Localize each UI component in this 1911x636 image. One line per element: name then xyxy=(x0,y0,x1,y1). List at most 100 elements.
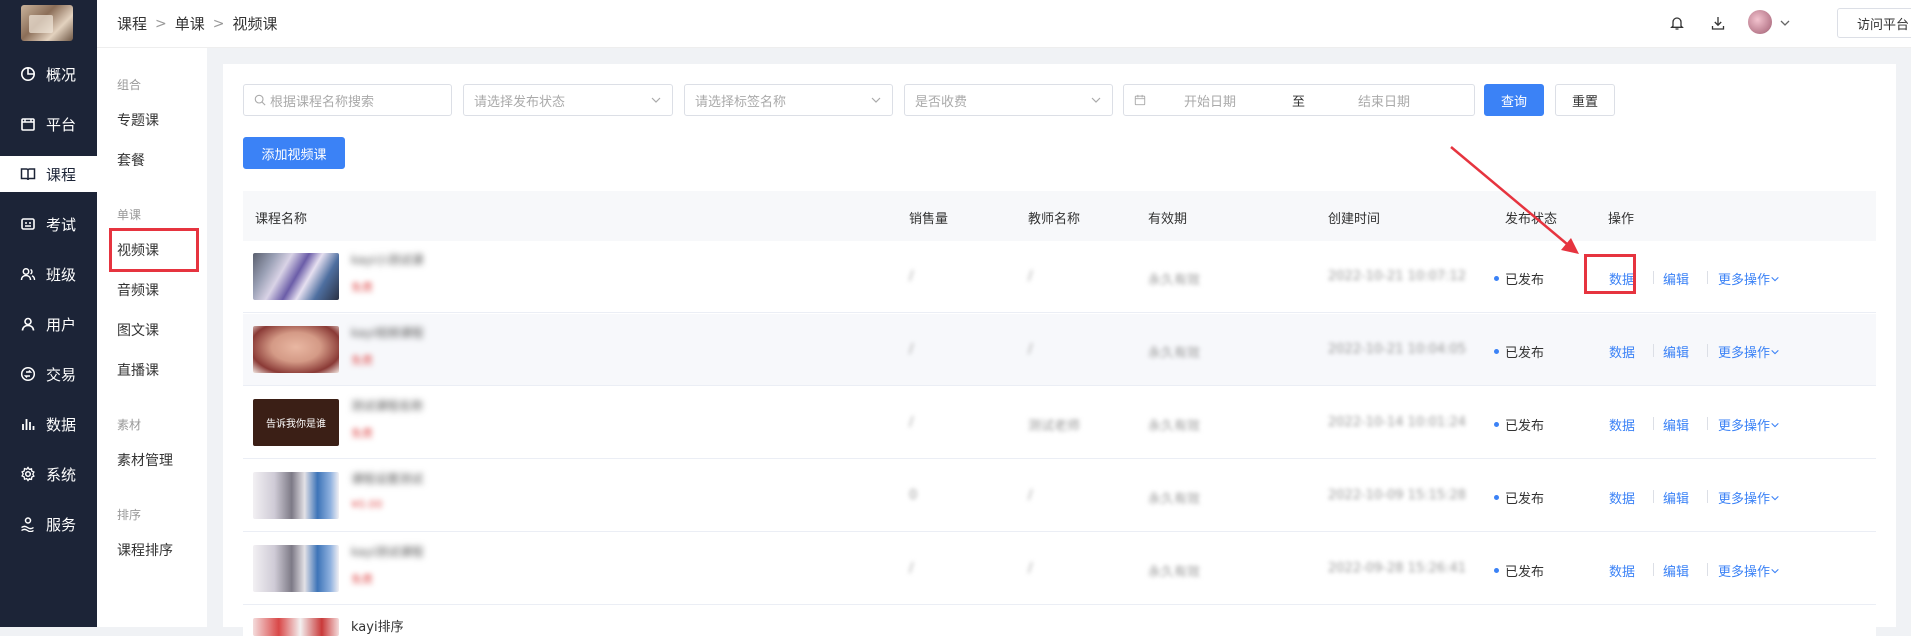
highlight-box xyxy=(1584,254,1636,294)
course-thumbnail[interactable] xyxy=(253,472,339,519)
course-title[interactable]: 课程设置测试 xyxy=(351,470,423,487)
validity: 永久有效 xyxy=(1148,273,1201,288)
nav-label: 课程 xyxy=(46,165,77,184)
course-price: 免费 xyxy=(351,354,373,367)
divider xyxy=(1707,563,1708,576)
bell-icon[interactable] xyxy=(1666,12,1688,34)
subnav-item-material[interactable]: 素材管理 xyxy=(117,450,173,470)
more-actions-button[interactable]: 更多操作 xyxy=(1718,269,1780,288)
edit-button[interactable]: 编辑 xyxy=(1663,342,1689,361)
edit-button[interactable]: 编辑 xyxy=(1663,269,1689,288)
nav-item-data[interactable]: 数据 xyxy=(0,406,97,442)
add-video-course-button[interactable]: 添加视频课 xyxy=(243,137,345,169)
table-row: kayi视频课程 免费 / / 永久有效 2022-10-21 10:04:05… xyxy=(243,314,1876,386)
user-icon xyxy=(20,316,36,332)
nav-item-course[interactable]: 课程 xyxy=(0,156,97,192)
subnav-item-video[interactable]: 视频课 xyxy=(117,240,159,260)
tag-select[interactable]: 请选择标签名称 xyxy=(684,84,893,116)
course-title[interactable]: kayi排序 xyxy=(351,616,404,635)
users-icon xyxy=(20,266,36,282)
teacher-name: / xyxy=(1028,561,1033,576)
table-header: 课程名称 销售量 教师名称 有效期 创建时间 发布状态 操作 xyxy=(243,191,1876,241)
data-button[interactable]: 数据 xyxy=(1609,415,1635,434)
edit-button[interactable]: 编辑 xyxy=(1663,488,1689,507)
nav-item-platform[interactable]: 平台 xyxy=(0,106,97,142)
more-actions-button[interactable]: 更多操作 xyxy=(1718,415,1780,434)
edit-button[interactable]: 编辑 xyxy=(1663,415,1689,434)
nav-label: 交易 xyxy=(46,365,77,384)
date-range-picker[interactable]: 开始日期 至 结束日期 xyxy=(1123,84,1475,116)
nav-item-user[interactable]: 用户 xyxy=(0,306,97,342)
charge-select[interactable]: 是否收费 xyxy=(904,84,1113,116)
status-placeholder: 请选择发布状态 xyxy=(474,94,566,110)
created-time: 2022-10-09 15:15:28 xyxy=(1328,488,1467,503)
course-thumbnail[interactable] xyxy=(253,326,339,373)
data-button[interactable]: 数据 xyxy=(1609,488,1635,507)
course-title[interactable]: kayi测试课程 xyxy=(351,543,424,560)
more-actions-button[interactable]: 更多操作 xyxy=(1718,561,1780,580)
chevron-down-icon[interactable] xyxy=(1774,12,1796,34)
sub-sidebar-items: 视频课 音频课 图文课 直播课 素材 素材管理 排序 课程排序 xyxy=(97,48,207,627)
sales-count: / xyxy=(909,269,914,284)
col-teacher: 教师名称 xyxy=(1028,212,1081,227)
course-title[interactable]: 测试课程名称 xyxy=(351,397,423,414)
breadcrumb-item[interactable]: 课程 xyxy=(117,13,147,34)
nav-item-overview[interactable]: 概况 xyxy=(0,56,97,92)
course-title[interactable]: kayi视频课程 xyxy=(351,324,424,341)
end-date-placeholder[interactable]: 结束日期 xyxy=(1358,91,1410,110)
nav-item-service[interactable]: 服务 xyxy=(0,506,97,542)
app-logo[interactable] xyxy=(21,5,73,41)
course-thumbnail[interactable] xyxy=(253,253,339,300)
course-thumbnail[interactable] xyxy=(253,545,339,592)
main-content: 根据课程名称搜索 请选择发布状态 请选择标签名称 是否收费 开始日期 至 结束日… xyxy=(223,64,1896,636)
teacher-name: / xyxy=(1028,269,1033,284)
more-actions-button[interactable]: 更多操作 xyxy=(1718,342,1780,361)
table-row: 课程设置测试 ¥0.00 0 / 永久有效 2022-10-09 15:15:2… xyxy=(243,460,1876,532)
status-text: 已发布 xyxy=(1505,565,1545,580)
avatar[interactable] xyxy=(1748,10,1772,34)
thumbnail-text: 告诉我你是谁 xyxy=(266,419,326,430)
chevron-down-icon xyxy=(1771,568,1779,574)
course-thumbnail[interactable] xyxy=(253,618,339,636)
exam-icon xyxy=(20,216,36,232)
status-badge: 已发布 xyxy=(1494,342,1544,361)
col-course-name: 课程名称 xyxy=(255,212,308,227)
chevron-down-icon xyxy=(1771,276,1779,282)
more-actions-button[interactable]: 更多操作 xyxy=(1718,488,1780,507)
data-button[interactable]: 数据 xyxy=(1609,561,1635,580)
more-actions-label: 更多操作 xyxy=(1718,346,1771,361)
status-dot-icon xyxy=(1494,349,1499,354)
divider xyxy=(1653,563,1654,576)
validity: 永久有效 xyxy=(1148,565,1201,580)
divider xyxy=(1707,417,1708,430)
subnav-item-sort[interactable]: 课程排序 xyxy=(117,540,173,560)
download-icon[interactable] xyxy=(1707,12,1729,34)
status-select[interactable]: 请选择发布状态 xyxy=(463,84,673,116)
course-price: 免费 xyxy=(351,427,373,440)
course-title[interactable]: kayi小测试课 xyxy=(351,251,424,268)
edit-button[interactable]: 编辑 xyxy=(1663,561,1689,580)
start-date-placeholder[interactable]: 开始日期 xyxy=(1184,91,1236,110)
subnav-item-audio[interactable]: 音频课 xyxy=(117,280,159,300)
nav-item-exam[interactable]: 考试 xyxy=(0,206,97,242)
subnav-item-live[interactable]: 直播课 xyxy=(117,360,159,380)
nav-item-class[interactable]: 班级 xyxy=(0,256,97,292)
validity: 永久有效 xyxy=(1148,492,1201,507)
visit-platform-button[interactable]: 访问平台 xyxy=(1837,8,1911,38)
query-button[interactable]: 查询 xyxy=(1484,84,1544,116)
status-text: 已发布 xyxy=(1505,273,1545,288)
search-input[interactable]: 根据课程名称搜索 xyxy=(243,84,452,116)
breadcrumb-separator-icon: > xyxy=(212,15,225,32)
subnav-item-article[interactable]: 图文课 xyxy=(117,320,159,340)
validity: 永久有效 xyxy=(1148,419,1201,434)
reset-button[interactable]: 重置 xyxy=(1555,84,1615,116)
data-button[interactable]: 数据 xyxy=(1609,342,1635,361)
breadcrumb-item[interactable]: 单课 xyxy=(175,13,205,34)
nav-item-system[interactable]: 系统 xyxy=(0,456,97,492)
book-icon xyxy=(20,166,36,182)
status-text: 已发布 xyxy=(1505,419,1545,434)
divider xyxy=(1707,344,1708,357)
course-thumbnail[interactable]: 告诉我你是谁 xyxy=(253,399,339,446)
nav-item-trade[interactable]: 交易 xyxy=(0,356,97,392)
divider xyxy=(1707,271,1708,284)
